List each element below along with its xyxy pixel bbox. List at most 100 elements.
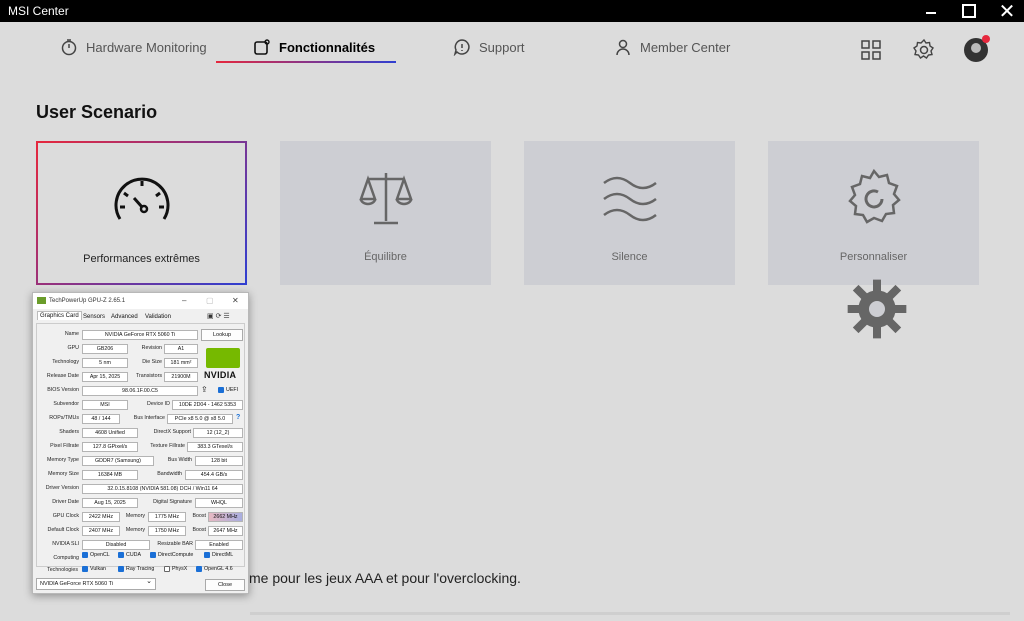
scenario-card-personnaliser[interactable]: Personnaliser [768, 141, 979, 339]
refresh-icon[interactable]: ⟳ [216, 313, 222, 320]
field-revision: A1 [164, 344, 198, 354]
tab-label: Fonctionnalités [279, 39, 376, 55]
gpuz-window: TechPowerUp GPU-Z 2.65.1 – ▢ ✕ Graphics … [32, 292, 249, 594]
gpuz-tab-advanced[interactable]: Advanced [109, 313, 140, 321]
share-icon[interactable]: ⇪ [201, 385, 208, 394]
label-memory: Memory [125, 527, 145, 533]
label-memory-size: Memory Size [48, 471, 79, 477]
label-rops: ROPs/TMUs [49, 415, 79, 421]
label-digital-signature: Digital Signature [153, 499, 192, 505]
tab-member-center[interactable]: Member Center [614, 32, 730, 62]
label-driver-date: Driver Date [52, 499, 79, 505]
field-gpu-clock: 2422 MHz [82, 512, 120, 522]
tech-ray-tracing[interactable]: Ray Tracing [118, 566, 154, 572]
checkbox-label: PhysX [172, 566, 188, 572]
computing-opencl[interactable]: OpenCL [82, 552, 110, 558]
tab-label: Support [479, 39, 525, 55]
label-memory: Memory [125, 513, 145, 519]
tab-hardware-monitoring[interactable]: Hardware Monitoring [60, 32, 207, 62]
label-gpu-clock: GPU Clock [52, 513, 79, 519]
checkbox-icon [164, 566, 170, 572]
label-resizable-bar: Resizable BAR [157, 541, 193, 547]
menu-icon[interactable]: ☰ [223, 313, 229, 320]
window-title: MSI Center [8, 4, 69, 18]
tab-fonctionnalites[interactable]: Fonctionnalités [253, 32, 375, 62]
field-bios: 98.06.1F.00.C5 [82, 386, 198, 396]
nvidia-logo-text: NVIDIA [204, 370, 237, 380]
scenario-card-silence[interactable]: Silence [524, 141, 735, 285]
maximize-button[interactable] [952, 0, 986, 22]
field-shaders: 4608 Unified [82, 428, 138, 438]
support-icon [453, 39, 470, 56]
checkbox-icon [218, 387, 224, 393]
speedometer-icon [114, 177, 169, 220]
label-device-id: Device ID [147, 401, 170, 407]
field-driver-date: Aug 15, 2025 [82, 498, 138, 508]
gpuz-tab-validation[interactable]: Validation [143, 313, 173, 321]
tech-physx[interactable]: PhysX [164, 566, 187, 572]
camera-icon[interactable]: ▣ [207, 313, 214, 320]
label-bus-interface: Bus Interface [133, 415, 165, 421]
label-pixel-fillrate: Pixel Fillrate [50, 443, 79, 449]
scenario-card-equilibre[interactable]: Équilibre [280, 141, 491, 285]
gpuz-close-button[interactable]: ✕ [232, 296, 239, 305]
gpuz-tab-sensors[interactable]: Sensors [81, 313, 107, 321]
checkbox-icon [118, 552, 124, 558]
computing-cuda[interactable]: CUDA [118, 552, 141, 558]
settings-gear-icon[interactable] [912, 38, 936, 62]
field-default-boost: 2647 MHz [208, 526, 243, 536]
divider [250, 612, 1010, 615]
computing-directcompute[interactable]: DirectCompute [150, 552, 193, 558]
checkbox-icon [196, 566, 202, 572]
field-gpu-memory: 1775 MHz [148, 512, 186, 522]
field-rops: 48 / 144 [82, 414, 120, 424]
minimize-button[interactable] [914, 0, 948, 22]
grid-icon[interactable] [859, 38, 883, 62]
gpuz-close-action-button[interactable]: Close [205, 579, 245, 591]
scenario-card-performances[interactable]: Performances extrêmes [36, 141, 247, 285]
notification-dot [982, 35, 990, 43]
help-icon[interactable]: ? [236, 414, 240, 421]
gpu-select[interactable]: NVIDIA GeForce RTX 5060 Ti [36, 577, 156, 590]
field-default-memory: 1750 MHz [148, 526, 186, 536]
label-transistors: Transistors [136, 373, 162, 379]
card-label: Personnaliser [768, 251, 979, 339]
uefi-checkbox[interactable]: UEFI [218, 387, 238, 393]
field-sli: Disabled [82, 540, 150, 550]
checkbox-label: Vulkan [90, 566, 106, 572]
label-die-size: Die Size [142, 359, 162, 365]
gpuz-maximize-button[interactable]: ▢ [206, 296, 214, 305]
field-name: NVIDIA GeForce RTX 5060 Ti [82, 330, 198, 340]
uefi-label: UEFI [226, 387, 239, 393]
tech-vulkan[interactable]: Vulkan [82, 566, 106, 572]
gpuz-tab-graphics-card[interactable]: Graphics Card [37, 311, 82, 320]
checkbox-label: OpenGL 4.6 [204, 566, 233, 572]
checkbox-icon [118, 566, 124, 572]
tech-opengl[interactable]: OpenGL 4.6 [196, 566, 233, 572]
field-die-size: 181 mm² [164, 358, 198, 368]
gpuz-logo-icon [37, 297, 46, 304]
title-bar: MSI Center ✕ [0, 0, 1024, 23]
close-button[interactable]: ✕ [990, 0, 1024, 23]
field-memory-size: 16384 MB [82, 470, 138, 480]
checkbox-icon [82, 566, 88, 572]
label-texture-fillrate: Texture Fillrate [150, 443, 185, 449]
field-digital-signature: WHQL [195, 498, 243, 508]
user-icon [616, 39, 630, 56]
field-subvendor: MSI [82, 400, 128, 410]
tab-support[interactable]: Support [453, 32, 525, 62]
gpuz-toolbar: ▣ ⟳ ☰ [207, 312, 230, 320]
lookup-button[interactable]: Lookup [201, 329, 243, 341]
gpuz-minimize-button[interactable]: – [182, 296, 186, 305]
nvidia-logo-icon [206, 348, 240, 368]
gpuz-title-bar: TechPowerUp GPU-Z 2.65.1 – ▢ ✕ [33, 293, 248, 309]
checkbox-label: Ray Tracing [126, 566, 155, 572]
field-bandwidth: 454.4 GB/s [185, 470, 243, 480]
computing-directml[interactable]: DirectML [204, 552, 233, 558]
field-transistors: 21900M [164, 372, 198, 382]
field-texture-fillrate: 383.3 GTexel/s [187, 442, 243, 452]
checkbox-label: CUDA [126, 552, 142, 558]
label-name: Name [64, 331, 79, 337]
field-bus-width: 128 bit [195, 456, 243, 466]
card-label-text: Personnaliser [839, 251, 908, 263]
